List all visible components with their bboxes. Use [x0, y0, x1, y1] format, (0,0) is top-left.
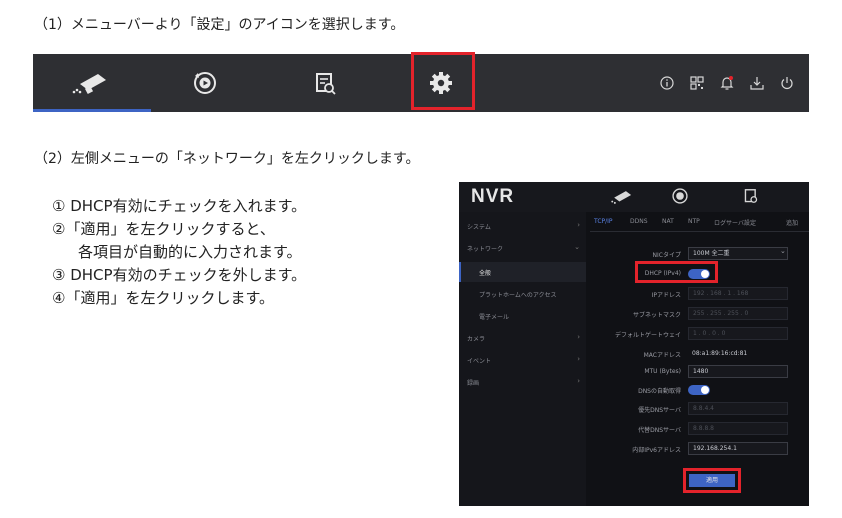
instruction-step-1: （1）メニューバーより「設定」のアイコンを選択します。 [34, 17, 405, 33]
ip-address-label: IPアドレス [651, 292, 681, 299]
subnet-mask-input[interactable]: 255 . 255 . 255 . 0 [688, 307, 788, 320]
menu-file-search[interactable] [303, 54, 347, 112]
sidebar-item-record[interactable]: 録画 › [459, 372, 586, 392]
playback-icon [194, 72, 216, 94]
nic-type-select[interactable]: 100M 全二重 [688, 247, 788, 260]
mtu-input[interactable]: 1480 [688, 365, 788, 378]
nvr-sidebar: システム › ネットワーク ⌄ 全般 プラットホームへのアクセス 電子メール カメラ… [459, 212, 586, 506]
default-gateway-input[interactable]: 1 . 0 . 0 . 0 [688, 327, 788, 340]
menu-active-indicator [33, 109, 151, 112]
step-item-1: ① DHCP有効にチェックを入れます。 [52, 197, 307, 215]
nvr-file-search-icon[interactable] [742, 187, 760, 205]
nvr-tabs: TCP/IP DDNS NAT NTP ログサーバ設定 追加 [590, 218, 809, 232]
sidebar-item-email[interactable]: 電子メール [459, 306, 586, 326]
step-item-2-cont: 各項目が自動的に入力されます。 [78, 243, 302, 261]
dns-auto-label: DNSの自動取得 [638, 388, 681, 395]
mac-address-value: 08:a1:89:16:cd:81 [692, 350, 748, 357]
subnet-mask-label: サブネットマスク [632, 312, 681, 319]
menu-live-view[interactable] [33, 54, 151, 112]
power-icon[interactable] [779, 75, 795, 91]
preferred-dns-label: 優先DNSサーバ [638, 407, 681, 414]
bell-icon[interactable] [719, 75, 735, 91]
default-gateway-label: デフォルトゲートウェイ [614, 332, 681, 339]
dns-auto-toggle[interactable] [688, 385, 710, 395]
ipv6-address-input[interactable]: 192.168.254.1 [688, 442, 788, 455]
nvr-camera-icon[interactable] [609, 187, 635, 207]
download-icon[interactable] [749, 75, 765, 91]
camera-icon [72, 74, 106, 95]
ipv6-address-label: 内部IPv6アドレス [632, 447, 681, 454]
step-item-4: ④「適用」を左クリックします。 [52, 289, 274, 307]
instruction-step-2: （2）左側メニューの「ネットワーク」を左クリックします。 [34, 151, 420, 167]
mac-address-label: MACアドレス [643, 352, 681, 359]
mtu-label: MTU (Bytes) [644, 368, 681, 375]
ip-address-input[interactable]: 192 . 168 . 1 . 168 [688, 287, 788, 300]
sidebar-item-general[interactable]: 全般 [459, 262, 586, 282]
sidebar-item-event[interactable]: イベント › [459, 350, 586, 370]
nvr-playback-icon[interactable] [671, 187, 689, 205]
settings-highlight-box [411, 52, 475, 110]
qr-icon[interactable] [689, 75, 705, 91]
tab-divider [590, 231, 809, 232]
tab-tcpip[interactable]: TCP/IP [594, 218, 613, 225]
apply-highlight-box [683, 468, 741, 493]
file-search-icon [316, 73, 336, 95]
menu-right-icons [659, 54, 795, 112]
alternate-dns-input[interactable]: 8.8.8.8 [688, 422, 788, 435]
tab-more[interactable]: 追加 [786, 218, 798, 227]
info-icon[interactable] [659, 75, 675, 91]
nic-type-label: NICタイプ [652, 252, 681, 259]
sidebar-item-network[interactable]: ネットワーク ⌄ [459, 238, 586, 258]
step-item-2: ②「適用」を左クリックすると、 [52, 220, 275, 238]
preferred-dns-input[interactable]: 8.8.4.4 [688, 402, 788, 415]
alternate-dns-label: 代替DNSサーバ [638, 427, 681, 434]
menu-playback[interactable] [183, 54, 227, 112]
nvr-network-settings-panel: NVR システム › ネットワーク ⌄ 全般 プラットホームへのアクセス 電子メール… [459, 182, 809, 506]
tab-ddns[interactable]: DDNS [630, 218, 648, 225]
tab-log-server[interactable]: ログサーバ設定 [714, 218, 756, 227]
sidebar-item-platform-access[interactable]: プラットホームへのアクセス [459, 284, 586, 304]
tab-ntp[interactable]: NTP [688, 218, 700, 225]
dhcp-highlight-box [635, 261, 718, 283]
nic-chevron-icon: ⌄ [780, 247, 786, 255]
nvr-header: NVR [459, 182, 809, 212]
sidebar-item-system[interactable]: システム › [459, 216, 586, 236]
nvr-logo: NVR [471, 186, 515, 207]
sidebar-item-camera[interactable]: カメラ › [459, 328, 586, 348]
step-item-3: ③ DHCP有効のチェックを外します。 [52, 266, 307, 284]
tab-nat[interactable]: NAT [662, 218, 674, 225]
